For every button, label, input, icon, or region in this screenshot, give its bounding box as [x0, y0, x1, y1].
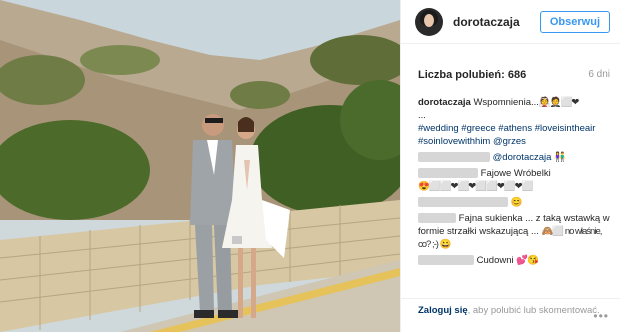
post-photo[interactable]	[0, 0, 400, 332]
post-header: dorotaczaja Obserwuj	[401, 0, 620, 44]
comment-emoji: 💕😘	[516, 255, 539, 266]
follow-button[interactable]: Obserwuj	[539, 10, 610, 33]
username-link[interactable]: dorotaczaja	[453, 15, 540, 29]
comment-text: Cudowni	[476, 255, 514, 266]
blurred-username	[418, 168, 478, 179]
more-options-icon[interactable]: •••	[593, 310, 609, 322]
comment-emoji: 😍⬜⬜❤⬜❤⬜⬜❤⬜❤⬜	[418, 181, 533, 192]
post-age[interactable]: 6 dni	[588, 69, 610, 80]
comment-emoji: 👫	[554, 152, 566, 163]
blurred-username	[418, 197, 508, 208]
post-side-panel: dorotaczaja Obserwuj Liczba polubień: 68…	[400, 0, 620, 332]
blurred-username	[418, 152, 490, 163]
post-footer: Zaloguj się, aby polubić lub skomentować…	[401, 298, 620, 332]
caption: dorotaczaja Wspomnienia...👰🤵⬜❤ ... #wedd…	[418, 96, 610, 148]
comment-text: Fajowe Wróbelki	[480, 168, 551, 179]
caption-ellipsis: ...	[418, 110, 426, 121]
caption-username[interactable]: dorotaczaja	[418, 97, 471, 108]
login-link[interactable]: Zaloguj się	[418, 305, 468, 316]
blurred-username	[418, 255, 474, 266]
comment-item: Cudowni 💕😘	[418, 254, 610, 267]
comment-emoji: 😊	[510, 197, 523, 208]
caption-text: Wspomnienia...	[473, 97, 539, 108]
blurred-username	[418, 213, 456, 224]
comment-item: @dorotaczaja 👫	[418, 151, 610, 164]
comment-item: Fajna sukienka ... z taką wstawką w form…	[418, 212, 610, 251]
login-hint: , aby polubić lub skomentować.	[467, 305, 600, 316]
comments-list: dorotaczaja Wspomnienia...👰🤵⬜❤ ... #wedd…	[401, 88, 620, 267]
caption-hashtags[interactable]: #wedding #greece #athens #loveisintheair…	[418, 123, 595, 147]
likes-row: Liczba polubień: 686 6 dni	[401, 44, 620, 88]
comment-mention[interactable]: @dorotaczaja	[493, 152, 552, 163]
comment-item: 😊	[418, 196, 610, 209]
likes-count[interactable]: Liczba polubień: 686	[418, 69, 526, 81]
caption-emoji: 👰🤵⬜❤	[538, 97, 579, 108]
avatar[interactable]	[415, 7, 443, 36]
comment-item: Fajowe Wróbelki 😍⬜⬜❤⬜❤⬜⬜❤⬜❤⬜	[418, 167, 610, 193]
